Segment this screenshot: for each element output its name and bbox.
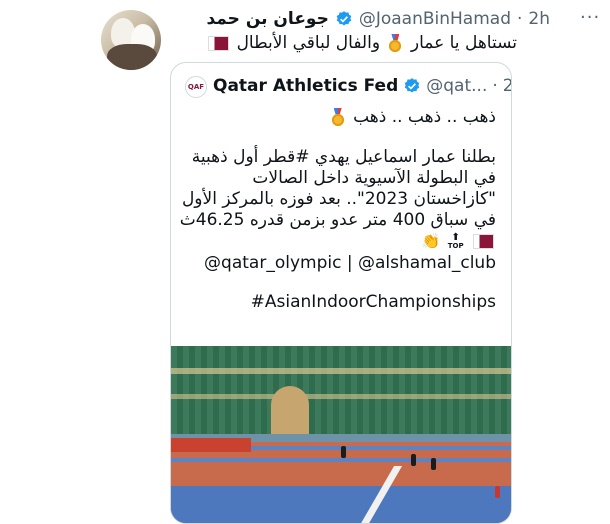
quoted-line-1-text: ذهب .. ذهب .. ذهب — [353, 107, 496, 127]
quoted-author-avatar[interactable]: QAF — [185, 76, 207, 98]
gold-medal-icon — [388, 34, 402, 52]
video-stand-tier-2 — [171, 394, 511, 399]
quoted-emoji-line: ⬆ TOP 👏 — [171, 231, 496, 253]
video-stands — [171, 346, 511, 434]
author-avatar[interactable] — [101, 10, 161, 70]
tweet-text-tail: والفال لباقي الأبطال — [236, 33, 381, 53]
video-arch — [271, 386, 309, 436]
tweet-text: تستاهل يا عمار والفال لباقي الأبطال — [206, 33, 517, 53]
quoted-author-handle[interactable]: @qat... — [426, 76, 487, 96]
quoted-tweet-time[interactable]: 2h — [503, 76, 511, 96]
avatar-shoulders — [107, 44, 157, 70]
video-runner — [341, 446, 346, 458]
quoted-mentions[interactable]: @qatar_olympic | @alshamal_club — [171, 253, 496, 274]
top-arrow-icon: ⬆ TOP — [447, 231, 464, 250]
quoted-tweet-card[interactable]: QAF Qatar Athletics Fed @qat... · 2h ذهب… — [170, 62, 512, 524]
author-handle[interactable]: @JoaanBinHamad — [359, 9, 511, 29]
video-runner — [411, 454, 416, 466]
separator-dot: · — [517, 9, 523, 29]
quoted-tweet-header: Qatar Athletics Fed @qat... · 2h — [213, 76, 511, 96]
verified-badge-icon — [403, 77, 421, 95]
clapping-hands-icon: 👏 — [421, 232, 441, 250]
quoted-line-3: في البطولة الآسيوية داخل الصالات — [252, 168, 496, 188]
quoted-line-4: "كازاخستان 2023".. بعد فوزه بالمركز الأو… — [181, 189, 496, 209]
top-label: TOP — [447, 241, 464, 250]
verified-badge-icon — [335, 10, 353, 28]
qatar-flag-icon — [473, 234, 494, 249]
more-options-icon[interactable]: ··· — [580, 7, 600, 28]
qaf-logo: QAF — [187, 83, 205, 91]
tweet-text-main: تستاهل يا عمار — [410, 33, 517, 53]
video-adboard — [171, 438, 251, 452]
video-stand-tier-1 — [171, 368, 511, 374]
gold-medal-icon — [331, 108, 345, 126]
attached-video[interactable] — [171, 346, 511, 523]
separator-dot: · — [492, 76, 498, 96]
quoted-hashtag[interactable]: #AsianIndoorChampionships — [171, 292, 496, 313]
quoted-tweet-text: ذهب .. ذهب .. ذهب بطلنا عمار اسماعيل يهد… — [171, 107, 496, 313]
video-blue-infield — [171, 486, 511, 523]
author-name[interactable]: جوعان بن حمد — [206, 9, 328, 29]
quoted-line-1: ذهب .. ذهب .. ذهب — [171, 107, 496, 128]
tweet-header: جوعان بن حمد @JoaanBinHamad · 2h — [206, 8, 550, 30]
video-runner — [431, 458, 436, 470]
quoted-line-5: في سباق 400 متر عدو بزمن قدره 46.25ث — [179, 210, 496, 230]
qatar-flag-icon — [208, 35, 230, 51]
video-lane-2 — [171, 458, 511, 462]
quoted-author-name[interactable]: Qatar Athletics Fed — [213, 76, 398, 96]
video-official — [495, 486, 500, 498]
quoted-line-2: بطلنا عمار اسماعيل يهدي #قطر أول ذهبية — [191, 147, 496, 167]
tweet-time[interactable]: 2h — [528, 9, 550, 29]
